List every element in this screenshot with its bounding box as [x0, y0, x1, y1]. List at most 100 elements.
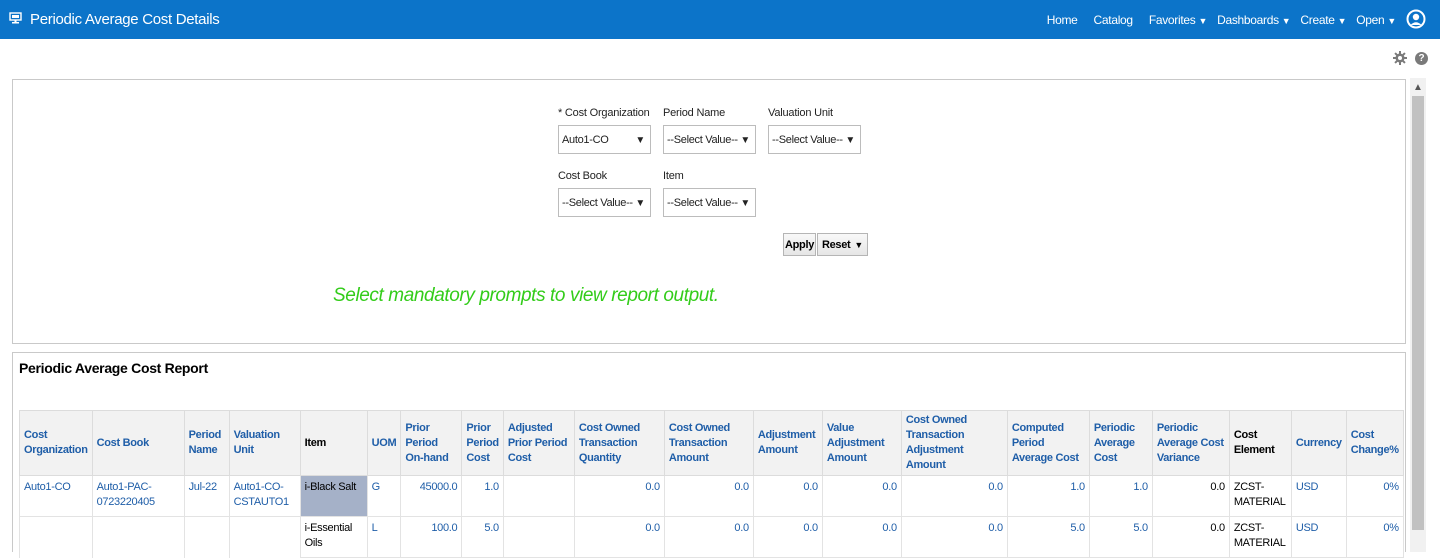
help-icon[interactable]: ?: [1415, 51, 1428, 65]
chevron-down-icon: ▼: [1198, 15, 1208, 26]
nav-dashboards-label: Dashboards: [1217, 12, 1279, 27]
cell-txn-adj-amt[interactable]: 0.0: [900, 475, 1008, 517]
scroll-up-icon[interactable]: ▲: [1410, 78, 1426, 96]
col-header[interactable]: Cost Owned Transaction Adjustment Amount: [900, 410, 1008, 476]
nav-create[interactable]: Create ▼: [1300, 13, 1346, 27]
vertical-scrollbar[interactable]: ▲: [1410, 78, 1426, 552]
cell-uom[interactable]: G: [366, 475, 402, 517]
cost-book-value: --Select Value--: [562, 196, 633, 209]
chevron-down-icon: ▼: [1337, 15, 1347, 26]
nav-dashboards[interactable]: Dashboards ▼: [1217, 12, 1291, 27]
col-header[interactable]: Cost Organization: [19, 410, 93, 476]
chevron-down-icon: ▼: [1281, 15, 1291, 26]
cell-value-adj-amt[interactable]: 0.0: [821, 516, 902, 558]
cell-valuation-unit[interactable]: Auto1-CO-CSTAUTO1: [228, 475, 301, 517]
col-header[interactable]: Computed Period Average Cost: [1006, 410, 1090, 476]
nav-open[interactable]: Open ▼: [1356, 13, 1396, 27]
nav-open-label: Open: [1356, 12, 1385, 27]
cell-variance[interactable]: 0.0: [1151, 516, 1230, 558]
scroll-thumb[interactable]: [1412, 96, 1424, 530]
chevron-down-icon: ▼: [635, 198, 645, 209]
col-header[interactable]: Period Name: [183, 410, 230, 476]
chevron-down-icon: ▼: [740, 135, 750, 146]
cell-period[interactable]: Jul-22: [183, 475, 230, 517]
cell-valuation-unit[interactable]: [228, 516, 301, 558]
cell-adj-amt[interactable]: 0.0: [752, 516, 823, 558]
col-header[interactable]: Item: [299, 410, 368, 476]
cost-book-select[interactable]: --Select Value-- ▼: [558, 188, 651, 217]
col-header[interactable]: Periodic Average Cost Variance: [1151, 410, 1230, 476]
prompts-panel: * Cost Organization Auto1-CO ▼ Period Na…: [12, 79, 1406, 344]
cell-item[interactable]: i-Essential Oils: [299, 516, 368, 558]
col-header[interactable]: Cost Owned Transaction Quantity: [573, 410, 665, 476]
cell-adj-prior-cost[interactable]: [502, 516, 575, 558]
table-row: i-Essential Oils L 100.0 5.0 0.0 0.0 0.0…: [19, 516, 1404, 558]
col-header[interactable]: Cost Book: [91, 410, 185, 476]
cell-periodic-avg[interactable]: 1.0: [1088, 475, 1153, 517]
cell-currency[interactable]: USD: [1290, 516, 1347, 558]
cell-txn-qty[interactable]: 0.0: [573, 475, 665, 517]
col-header[interactable]: Cost Change%: [1345, 410, 1404, 476]
monitor-icon: [9, 12, 22, 24]
item-select[interactable]: --Select Value-- ▼: [663, 188, 756, 217]
col-header[interactable]: Periodic Average Cost: [1088, 410, 1153, 476]
cell-variance[interactable]: 0.0: [1151, 475, 1230, 517]
cell-txn-amt[interactable]: 0.0: [663, 475, 754, 517]
cell-cost-book[interactable]: Auto1-PAC-0723220405: [91, 475, 185, 517]
cell-uom[interactable]: L: [366, 516, 402, 558]
col-header[interactable]: Prior Period On-hand: [400, 410, 463, 476]
nav-catalog[interactable]: Catalog: [1094, 13, 1134, 27]
cell-prior-cost[interactable]: 1.0: [461, 475, 504, 517]
cell-adj-prior-cost[interactable]: [502, 475, 575, 517]
valuation-unit-label: Valuation Unit: [768, 107, 833, 119]
cell-prior-cost[interactable]: 5.0: [461, 516, 504, 558]
apply-button[interactable]: Apply: [783, 233, 816, 256]
cell-adj-amt[interactable]: 0.0: [752, 475, 823, 517]
col-header[interactable]: Valuation Unit: [228, 410, 301, 476]
page-title: Periodic Average Cost Details: [30, 11, 220, 28]
reset-button[interactable]: Reset ▼: [817, 233, 868, 256]
col-header[interactable]: Cost Element: [1228, 410, 1292, 476]
col-header[interactable]: Cost Owned Transaction Amount: [663, 410, 754, 476]
user-icon[interactable]: [1406, 9, 1426, 31]
col-header[interactable]: Currency: [1290, 410, 1347, 476]
cell-change[interactable]: 0%: [1345, 475, 1404, 517]
cost-organization-select[interactable]: Auto1-CO ▼: [558, 125, 651, 154]
cell-change[interactable]: 0%: [1345, 516, 1404, 558]
nav-home[interactable]: Home: [1047, 13, 1078, 27]
col-header[interactable]: Value Adjustment Amount: [821, 410, 902, 476]
cell-item[interactable]: i-Black Salt: [299, 475, 368, 517]
col-header[interactable]: UOM: [366, 410, 402, 476]
chevron-down-icon: ▼: [845, 135, 855, 146]
nav-favorites[interactable]: Favorites ▼: [1149, 13, 1208, 27]
cell-txn-amt[interactable]: 0.0: [663, 516, 754, 558]
global-nav: Home Catalog Favorites ▼ Dashboards ▼ Crea…: [1047, 0, 1440, 39]
col-header[interactable]: Adjusted Prior Period Cost: [502, 410, 575, 476]
cell-prior-onhand[interactable]: 100.0: [400, 516, 463, 558]
table-row: Auto1-CO Auto1-PAC-0723220405 Jul-22 Aut…: [19, 475, 1404, 517]
utility-icons: ?: [1393, 51, 1428, 65]
chevron-down-icon: ▼: [854, 239, 864, 250]
cell-cost-org[interactable]: [19, 516, 93, 558]
cell-cost-org[interactable]: Auto1-CO: [19, 475, 93, 517]
cell-computed-avg[interactable]: 1.0: [1006, 475, 1090, 517]
gear-icon[interactable]: [1393, 51, 1407, 65]
col-header[interactable]: Adjustment Amount: [752, 410, 823, 476]
period-name-value: --Select Value--: [667, 133, 738, 146]
cell-value-adj-amt[interactable]: 0.0: [821, 475, 902, 517]
cell-cost-element[interactable]: ZCST-MATERIAL: [1228, 475, 1292, 517]
cell-cost-book[interactable]: [91, 516, 185, 558]
col-header[interactable]: Prior Period Cost: [461, 410, 504, 476]
cell-cost-element[interactable]: ZCST-MATERIAL: [1228, 516, 1292, 558]
cell-period[interactable]: [183, 516, 230, 558]
cell-txn-adj-amt[interactable]: 0.0: [900, 516, 1008, 558]
valuation-unit-select[interactable]: --Select Value-- ▼: [768, 125, 861, 154]
cell-computed-avg[interactable]: 5.0: [1006, 516, 1090, 558]
cell-currency[interactable]: USD: [1290, 475, 1347, 517]
period-name-label: Period Name: [663, 107, 725, 119]
cell-periodic-avg[interactable]: 5.0: [1088, 516, 1153, 558]
top-bar: Periodic Average Cost Details Home Catal…: [0, 0, 1440, 39]
period-name-select[interactable]: --Select Value-- ▼: [663, 125, 756, 154]
cell-txn-qty[interactable]: 0.0: [573, 516, 665, 558]
cell-prior-onhand[interactable]: 45000.0: [400, 475, 463, 517]
